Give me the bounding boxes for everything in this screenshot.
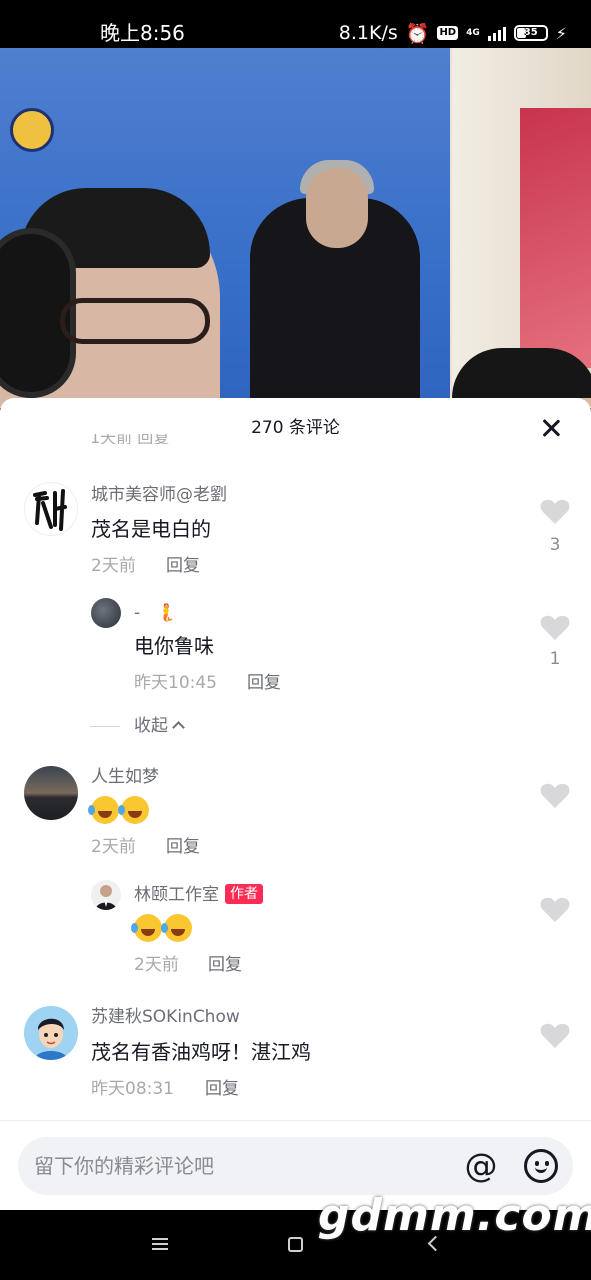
suit-avatar[interactable] bbox=[91, 880, 121, 910]
battery-level: 35 bbox=[523, 27, 538, 38]
like-count: 3 bbox=[549, 535, 561, 555]
reply-author[interactable]: 林颐工作室 作者 bbox=[134, 884, 263, 906]
comment-emoji bbox=[88, 796, 151, 825]
like-heart-icon[interactable] bbox=[540, 782, 570, 809]
like-heart-icon[interactable] bbox=[540, 614, 570, 641]
like-heart-icon[interactable] bbox=[540, 896, 570, 923]
comment-panel-header: 270 条评论 bbox=[0, 398, 591, 458]
reply-item: - 🧜 电你鲁味 昨天10:45 回复 1 bbox=[0, 596, 591, 706]
like-heart-icon[interactable] bbox=[540, 1022, 570, 1049]
network-speed: 8.1K/s bbox=[338, 22, 398, 44]
signal-icon bbox=[487, 25, 506, 41]
comment-time: 2天前 bbox=[91, 837, 136, 857]
reply-author[interactable]: - 🧜 bbox=[134, 602, 177, 624]
laugh-cry-emoji-icon bbox=[161, 914, 192, 942]
reply-author-name: - bbox=[134, 603, 141, 623]
reply-button[interactable]: 回复 bbox=[166, 555, 200, 577]
reply-author-name: 林颐工作室 bbox=[134, 885, 219, 905]
charging-icon: ⚡ bbox=[555, 23, 567, 43]
video-poster-face bbox=[306, 168, 368, 248]
laugh-cry-emoji-icon bbox=[118, 796, 149, 824]
comment-time: 昨天08:31 bbox=[91, 1079, 174, 1099]
hd-icon: HD bbox=[437, 26, 459, 40]
laugh-cry-emoji-icon bbox=[131, 914, 162, 942]
reply-text: 电你鲁味 bbox=[134, 634, 214, 658]
comment-author[interactable]: 城市美容师@老劉 bbox=[91, 484, 227, 506]
chevron-up-icon bbox=[172, 721, 185, 734]
collapse-divider bbox=[90, 726, 120, 727]
video-player[interactable] bbox=[0, 48, 591, 408]
reply-button[interactable]: 回复 bbox=[205, 1078, 239, 1100]
laugh-cry-emoji-icon bbox=[88, 796, 119, 824]
comment-input-container: @ bbox=[18, 1137, 573, 1195]
reply-item: 林颐工作室 作者 2天前 回复 bbox=[0, 878, 591, 988]
calligraphy-avatar[interactable] bbox=[24, 482, 78, 536]
reply-emoji bbox=[131, 914, 194, 943]
alarm-icon: ⏰ bbox=[405, 22, 430, 45]
comment-item: 城市美容师@老劉 茂名是电白的 2天前 回复 3 bbox=[0, 478, 591, 588]
clipped-comment-meta: 1天前 回复 bbox=[90, 434, 170, 444]
reply-time: 昨天10:45 bbox=[134, 673, 217, 693]
collapse-replies-button[interactable]: 收起 bbox=[134, 715, 185, 737]
battery-icon: 35 bbox=[513, 25, 548, 41]
menu-icon[interactable] bbox=[152, 1238, 168, 1250]
status-bar: 晚上8:56 8.1K/s ⏰ HD 4G 35 ⚡ bbox=[0, 0, 591, 48]
comment-text: 茂名有香油鸡呀！湛江鸡 bbox=[91, 1040, 311, 1064]
close-icon[interactable] bbox=[539, 416, 563, 440]
reply-button[interactable]: 回复 bbox=[166, 836, 200, 858]
cartoon-avatar[interactable] bbox=[24, 1006, 78, 1060]
video-host-glasses bbox=[60, 298, 210, 344]
reply-button[interactable]: 回复 bbox=[208, 954, 242, 976]
comment-text: 茂名是电白的 bbox=[91, 517, 211, 541]
status-icons: 8.1K/s ⏰ HD 4G 35 ⚡ bbox=[339, 20, 567, 46]
comment-item: 苏建秋SOKinChow 茂名有香油鸡呀！湛江鸡 昨天08:31 回复 bbox=[0, 1002, 591, 1112]
dark-photo-avatar[interactable] bbox=[91, 598, 121, 628]
comment-item: 人生如梦 2天前 回复 bbox=[0, 762, 591, 872]
reply-time: 2天前 bbox=[134, 955, 179, 975]
reply-button[interactable]: 回复 bbox=[247, 672, 281, 694]
comment-input[interactable] bbox=[34, 1137, 454, 1195]
home-icon[interactable] bbox=[288, 1237, 303, 1252]
comment-count-title: 270 条评论 bbox=[251, 418, 340, 438]
video-show-logo bbox=[10, 108, 190, 158]
network-type: 4G bbox=[466, 28, 480, 38]
video-red-decoration bbox=[520, 108, 591, 368]
author-badge: 作者 bbox=[225, 884, 263, 904]
site-watermark: gdmm.com bbox=[318, 1190, 591, 1241]
comment-time: 2天前 bbox=[91, 556, 136, 576]
status-time: 晚上8:56 bbox=[100, 21, 185, 45]
figure-emoji-icon: 🧜 bbox=[155, 603, 177, 623]
comment-author[interactable]: 苏建秋SOKinChow bbox=[91, 1006, 240, 1028]
emoji-smile-icon[interactable] bbox=[524, 1149, 558, 1183]
collapse-label: 收起 bbox=[134, 716, 168, 736]
like-heart-icon[interactable] bbox=[540, 498, 570, 525]
like-count: 1 bbox=[549, 649, 561, 669]
comment-panel: 270 条评论 1天前 回复 城市美容师@老劉 茂名是电白的 2天前 回复 3 … bbox=[0, 398, 591, 1210]
mention-at-icon[interactable]: @ bbox=[464, 1149, 498, 1183]
sunset-avatar[interactable] bbox=[24, 766, 78, 820]
comment-author[interactable]: 人生如梦 bbox=[91, 766, 159, 788]
